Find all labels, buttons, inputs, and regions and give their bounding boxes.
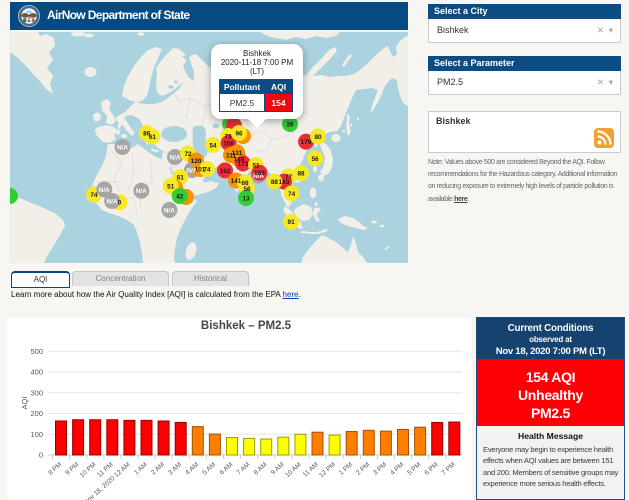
svg-text:N/A: N/A [169,154,180,161]
svg-text:100: 100 [30,430,43,439]
svg-text:12 PM: 12 PM [318,461,337,479]
svg-text:173: 173 [238,161,249,168]
svg-text:4 AM: 4 AM [184,461,200,476]
svg-text:0: 0 [118,200,122,207]
svg-text:141: 141 [231,178,242,185]
svg-text:N/A: N/A [99,187,110,194]
svg-text:10 PM: 10 PM [79,461,98,479]
svg-text:3 PM: 3 PM [372,461,388,477]
svg-text:179: 179 [301,139,312,146]
svg-text:163: 163 [279,179,290,186]
svg-text:51: 51 [167,183,175,190]
svg-text:N/A: N/A [136,188,147,195]
svg-text:0: 0 [39,451,43,460]
svg-text:74: 74 [288,191,296,198]
svg-text:54: 54 [209,142,217,149]
svg-text:51: 51 [252,162,260,169]
svg-text:56: 56 [311,156,319,163]
svg-text:73: 73 [224,133,232,140]
svg-text:2 AM: 2 AM [150,461,166,476]
svg-text:7 AM: 7 AM [236,461,252,476]
svg-text:N/A: N/A [117,144,128,151]
svg-text:72: 72 [184,151,192,158]
svg-text:7 PM: 7 PM [441,461,457,477]
svg-text:5 PM: 5 PM [406,461,422,477]
svg-text:26: 26 [286,121,294,128]
svg-text:74: 74 [90,192,98,199]
svg-text:56: 56 [243,186,251,193]
svg-text:3 AM: 3 AM [167,461,183,476]
svg-text:159: 159 [254,170,265,177]
svg-text:6 AM: 6 AM [218,461,234,476]
svg-text:156: 156 [223,140,234,147]
svg-text:1 PM: 1 PM [338,461,354,477]
svg-text:N/A: N/A [164,207,175,214]
svg-text:300: 300 [30,388,43,397]
svg-text:N/A: N/A [107,198,118,205]
svg-text:500: 500 [30,347,43,356]
svg-text:13: 13 [242,195,250,202]
svg-text:61: 61 [177,174,185,181]
svg-text:80: 80 [314,134,322,141]
svg-text:120: 120 [191,158,202,165]
svg-text:1 AM: 1 AM [133,461,149,476]
svg-text:88: 88 [271,179,279,186]
svg-text:8 AM: 8 AM [253,461,269,476]
svg-text:5 AM: 5 AM [201,461,217,476]
svg-text:42: 42 [176,193,184,200]
svg-text:8 PM: 8 PM [47,461,63,477]
svg-text:200: 200 [30,409,43,418]
svg-text:88: 88 [297,170,305,177]
svg-text:162: 162 [220,168,231,175]
svg-text:61: 61 [149,134,157,141]
svg-text:91: 91 [288,219,296,226]
svg-text:AQI: AQI [20,397,29,410]
svg-text:11 AM: 11 AM [302,461,320,478]
svg-text:4 PM: 4 PM [389,461,405,477]
svg-text:96: 96 [235,130,243,137]
svg-text:6 PM: 6 PM [423,461,439,477]
svg-text:74: 74 [203,166,211,173]
svg-text:10 AM: 10 AM [284,461,303,479]
svg-text:400: 400 [30,368,43,377]
svg-text:2 PM: 2 PM [355,461,371,477]
